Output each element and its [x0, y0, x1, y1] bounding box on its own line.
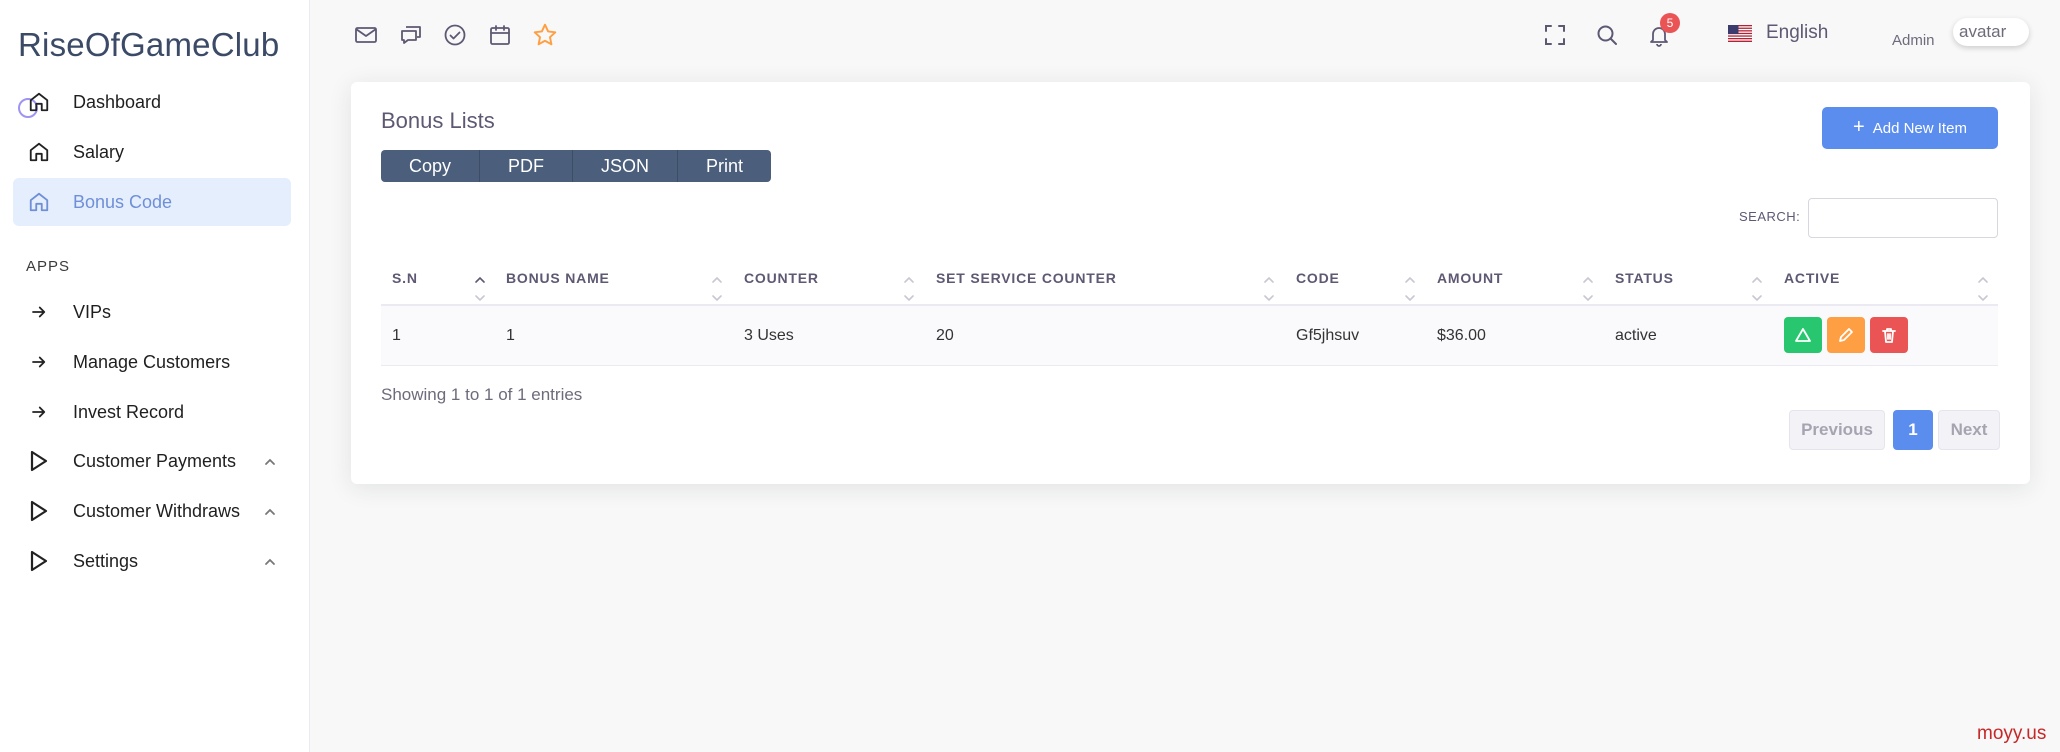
search-label: SEARCH: [1739, 209, 1801, 224]
language-selector[interactable]: English [1728, 22, 1828, 44]
sidebar-item-label: Settings [73, 550, 139, 571]
user-role: Admin [1892, 32, 1935, 49]
column-header-sn[interactable]: S.N [392, 270, 418, 286]
sidebar-item-label: Salary [73, 141, 125, 162]
play-icon [27, 449, 51, 473]
cell-counter: 3 Uses [744, 327, 794, 344]
watermark: moyy.us [1977, 723, 2047, 744]
sort-icon[interactable] [1977, 272, 1989, 304]
calendar-icon[interactable] [487, 22, 513, 48]
column-header-code[interactable]: CODE [1296, 270, 1340, 286]
sort-icon[interactable] [1404, 272, 1416, 304]
home-icon [27, 90, 51, 114]
mail-icon[interactable] [353, 22, 379, 48]
cell-sn: 1 [392, 327, 401, 344]
sidebar-item-salary[interactable]: Salary [13, 128, 291, 176]
arrow-right-icon [27, 350, 51, 374]
column-header-bonus-name[interactable]: BONUS NAME [506, 270, 610, 286]
sidebar-item-label: Invest Record [73, 401, 185, 422]
sidebar-item-customer-withdraws[interactable]: Customer Withdraws [13, 487, 291, 535]
delete-button[interactable] [1870, 317, 1908, 353]
activate-button[interactable] [1784, 317, 1822, 353]
sidebar-item-dashboard[interactable]: Dashboard [13, 78, 291, 126]
json-button[interactable]: JSON [573, 150, 679, 182]
us-flag-icon [1728, 24, 1752, 42]
pdf-button[interactable]: PDF [480, 150, 574, 182]
cell-set-service-counter: 20 [936, 327, 954, 344]
sidebar-item-bonus-code[interactable]: Bonus Code [13, 178, 291, 226]
pencil-icon [1839, 328, 1853, 342]
print-button[interactable]: Print [678, 150, 771, 182]
entries-info: Showing 1 to 1 of 1 entries [381, 385, 583, 404]
edit-button[interactable] [1827, 317, 1865, 353]
sidebar-item-invest-record[interactable]: Invest Record [13, 388, 291, 436]
pagination-page-1[interactable]: 1 [1893, 410, 1933, 450]
arrow-right-icon [27, 400, 51, 424]
column-header-status[interactable]: STATUS [1615, 270, 1674, 286]
trash-icon [1882, 328, 1896, 343]
sidebar: RiseOfGameClub Dashboard Salary Bonus Co… [0, 0, 310, 752]
sort-icon[interactable] [711, 272, 723, 304]
chat-icon[interactable] [398, 22, 424, 48]
triangle-icon [1795, 328, 1811, 342]
chevron-up-icon[interactable] [263, 553, 277, 567]
language-label: English [1766, 22, 1829, 43]
pagination-previous[interactable]: Previous [1789, 410, 1885, 450]
chevron-up-icon[interactable] [263, 453, 277, 467]
export-button-group: Copy PDF JSON Print [381, 150, 772, 182]
play-icon [27, 499, 51, 523]
cell-bonus-name: 1 [506, 327, 515, 344]
star-icon[interactable] [532, 22, 558, 48]
sort-icon[interactable] [1263, 272, 1275, 304]
pagination-next[interactable]: Next [1938, 410, 2000, 450]
fullscreen-icon[interactable] [1542, 22, 1568, 48]
brand-title[interactable]: RiseOfGameClub [18, 26, 279, 64]
cell-amount: $36.00 [1437, 327, 1486, 344]
sidebar-item-manage-customers[interactable]: Manage Customers [13, 338, 291, 386]
bonus-list-card: Bonus Lists Copy PDF JSON Print + Add Ne… [351, 82, 2030, 484]
search-input[interactable] [1808, 198, 1998, 238]
copy-button[interactable]: Copy [381, 150, 481, 182]
cell-code: Gf5jhsuv [1296, 327, 1360, 344]
sidebar-item-settings[interactable]: Settings [13, 537, 291, 585]
notification-count-badge: 5 [1660, 13, 1680, 33]
sidebar-item-label: Manage Customers [73, 351, 231, 372]
top-navbar: English 5 Admin avatar [311, 0, 2060, 70]
sort-icon[interactable] [903, 272, 915, 304]
check-circle-icon[interactable] [442, 22, 468, 48]
chevron-up-icon[interactable] [263, 503, 277, 517]
sidebar-item-label: Customer Withdraws [73, 500, 241, 521]
sidebar-item-label: Bonus Code [73, 191, 173, 212]
sidebar-item-label: Dashboard [73, 91, 162, 112]
sidebar-section-apps: APPS [26, 258, 71, 275]
sort-icon[interactable] [1751, 272, 1763, 304]
add-button-label: Add New Item [1872, 119, 1967, 137]
sort-icon[interactable] [1582, 272, 1594, 304]
sidebar-item-customer-payments[interactable]: Customer Payments [13, 437, 291, 485]
add-new-item-button[interactable]: + Add New Item [1822, 107, 1998, 149]
column-header-amount[interactable]: AMOUNT [1437, 270, 1503, 286]
sidebar-item-vips[interactable]: VIPs [13, 288, 291, 336]
column-header-set-service-counter[interactable]: SET SERVICE COUNTER [936, 270, 1117, 286]
table-row [381, 306, 1998, 366]
home-icon [27, 140, 51, 164]
avatar[interactable]: avatar [1953, 18, 2029, 46]
sidebar-item-label: VIPs [73, 301, 112, 322]
column-header-active[interactable]: ACTIVE [1784, 270, 1840, 286]
cell-status: active [1615, 327, 1657, 344]
sort-icon[interactable] [474, 272, 486, 304]
search-icon[interactable] [1594, 22, 1620, 48]
card-title: Bonus Lists [381, 108, 495, 133]
arrow-right-icon [27, 300, 51, 324]
home-icon [27, 190, 51, 214]
plus-icon: + [1853, 115, 1865, 138]
column-header-counter[interactable]: COUNTER [744, 270, 819, 286]
play-icon [27, 549, 51, 573]
sidebar-item-label: Customer Payments [73, 450, 237, 471]
